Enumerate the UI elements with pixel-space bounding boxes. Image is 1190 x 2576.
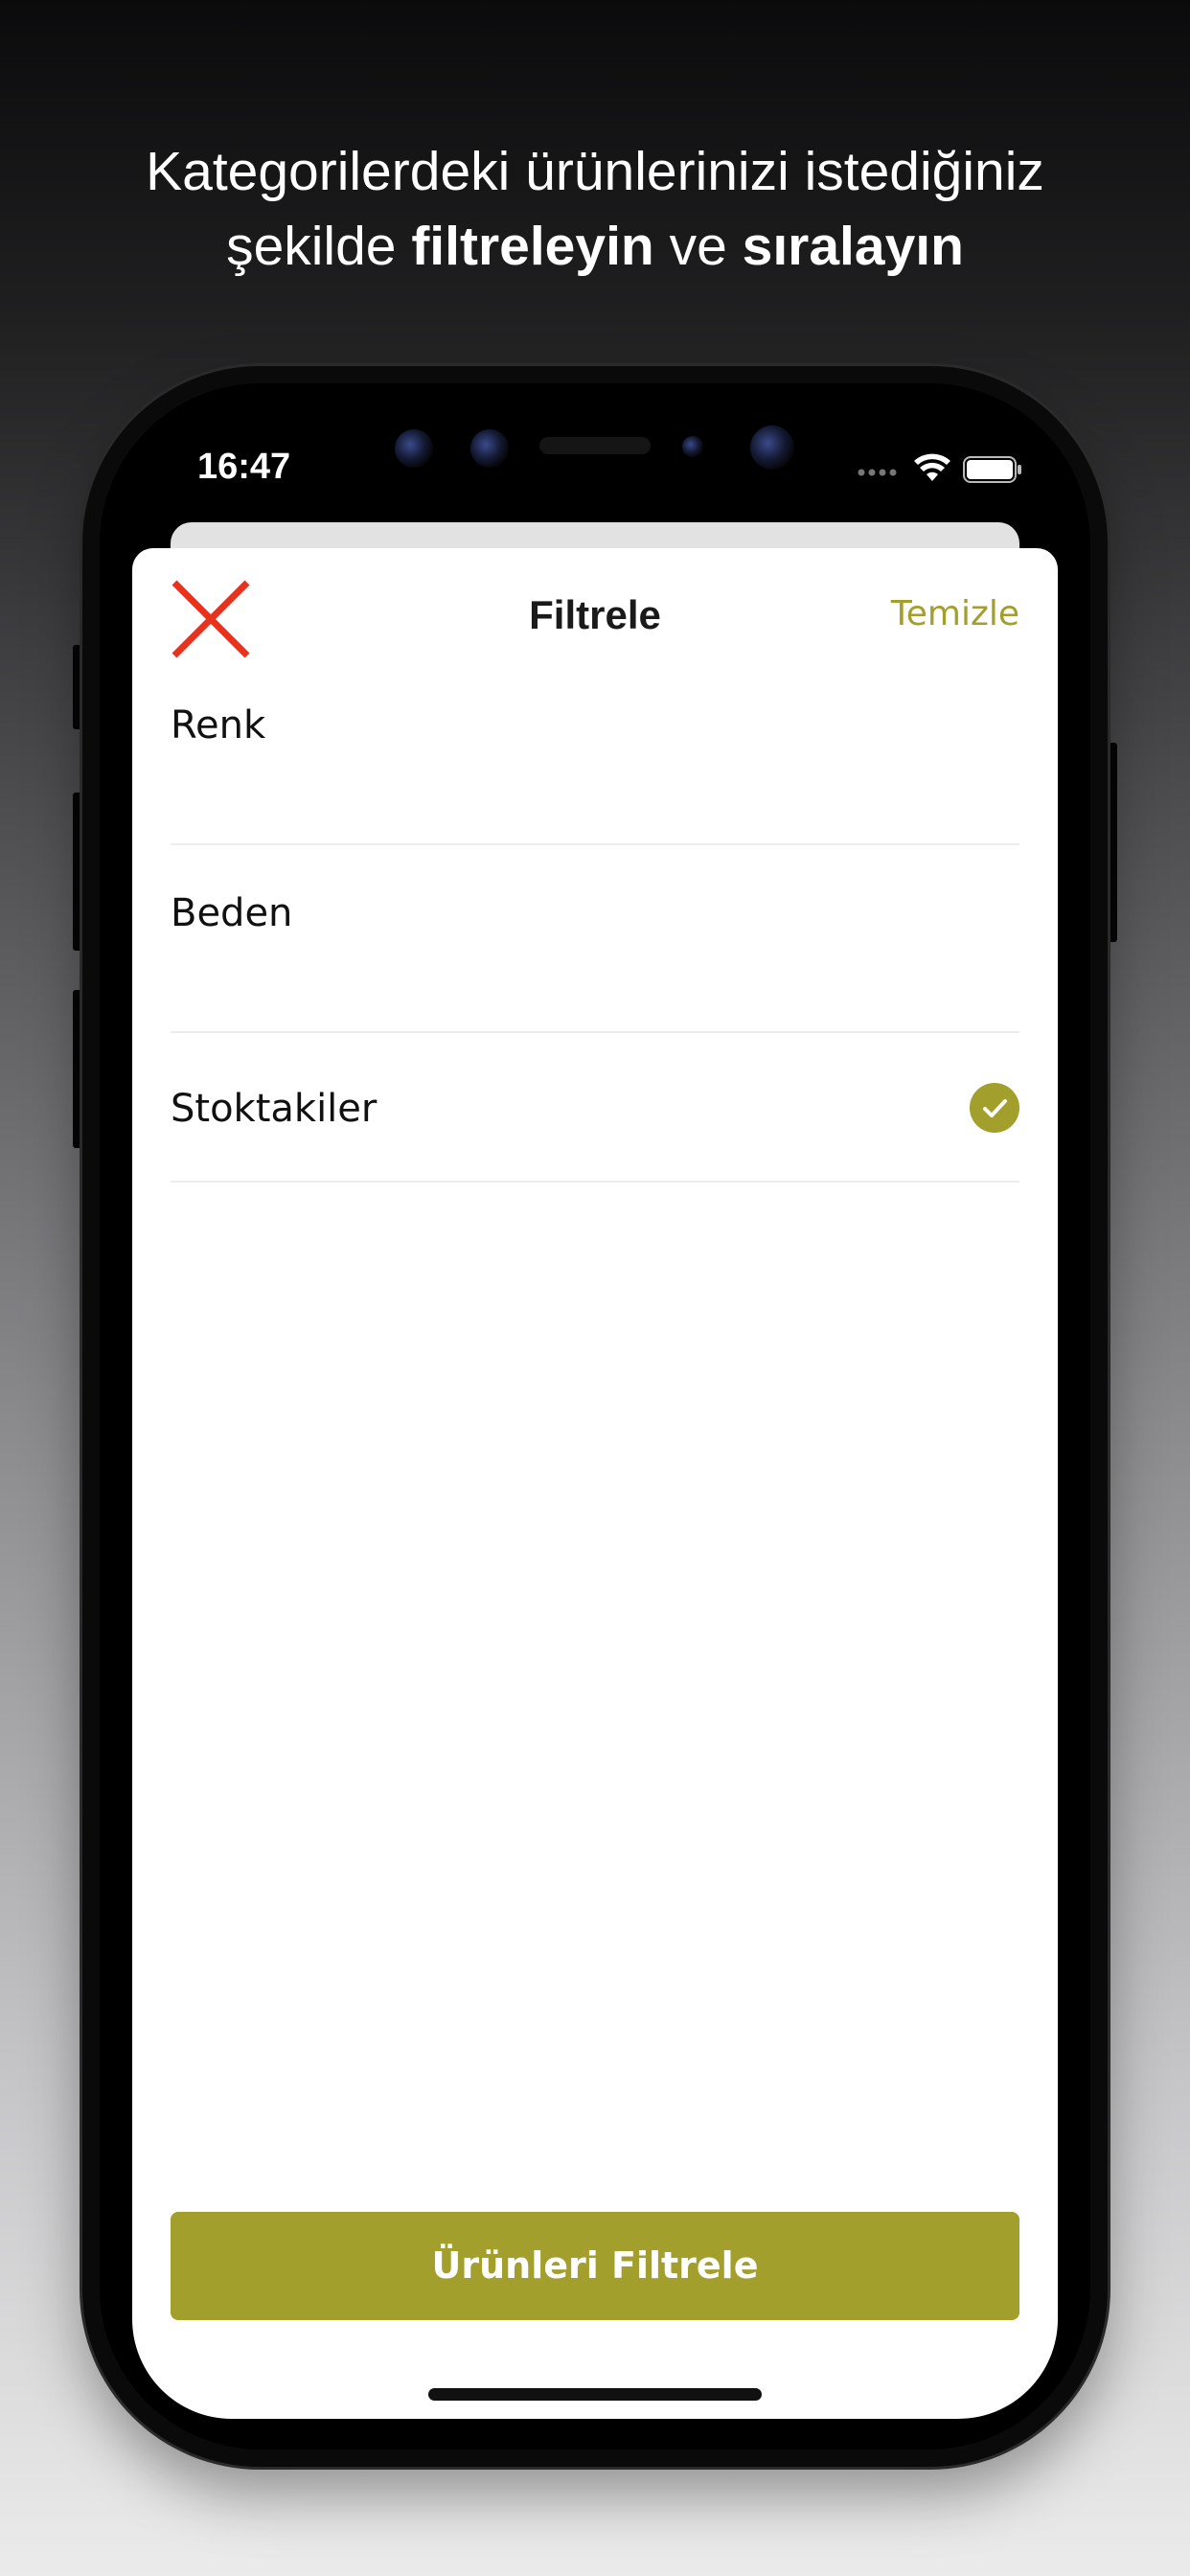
promo-headline-line2-pre: şekilde [226,216,412,277]
checkmark-icon[interactable] [970,1083,1019,1133]
promo-headline-line1: Kategorilerdeki ürünlerinizi istediğiniz [146,141,1044,202]
wifi-icon [914,453,950,481]
status-icons [858,450,1025,489]
clear-button[interactable]: Temizle [891,594,1019,633]
filter-label-stoktakiler: Stoktakiler [171,1087,378,1131]
promo-headline-line2-mid: ve [653,216,743,277]
checkmark-glyph-icon [983,1099,1007,1117]
filter-sheet: Filtrele Temizle Renk Beden Stoktakiler … [132,548,1058,2419]
promo-headline: Kategorilerdeki ürünlerinizi istediğiniz… [0,134,1190,284]
promo-headline-line2: şekilde filtreleyin ve sıralayın [0,209,1190,284]
filter-label-renk: Renk [171,703,266,748]
filter-row-beden[interactable]: Beden [171,843,1019,1033]
proximity-sensor-icon [682,436,703,457]
battery-icon [963,456,1021,483]
filter-label-beden: Beden [171,891,293,935]
home-indicator[interactable] [428,2388,762,2401]
signal-dots-icon [858,469,897,476]
front-camera-right-icon [470,429,509,468]
filter-row-renk[interactable]: Renk [171,703,1019,845]
promo-headline-bold-filter: filtreleyin [411,216,654,277]
apply-filter-button[interactable]: Ürünleri Filtrele [171,2212,1019,2320]
status-time: 16:47 [197,447,291,487]
front-camera-left-icon [395,429,433,468]
filter-row-stoktakiler[interactable]: Stoktakiler [171,1031,1019,1183]
earpiece-speaker [539,437,651,454]
promo-headline-bold-sort: sıralayın [742,216,964,277]
front-camera-main-icon [750,426,794,470]
